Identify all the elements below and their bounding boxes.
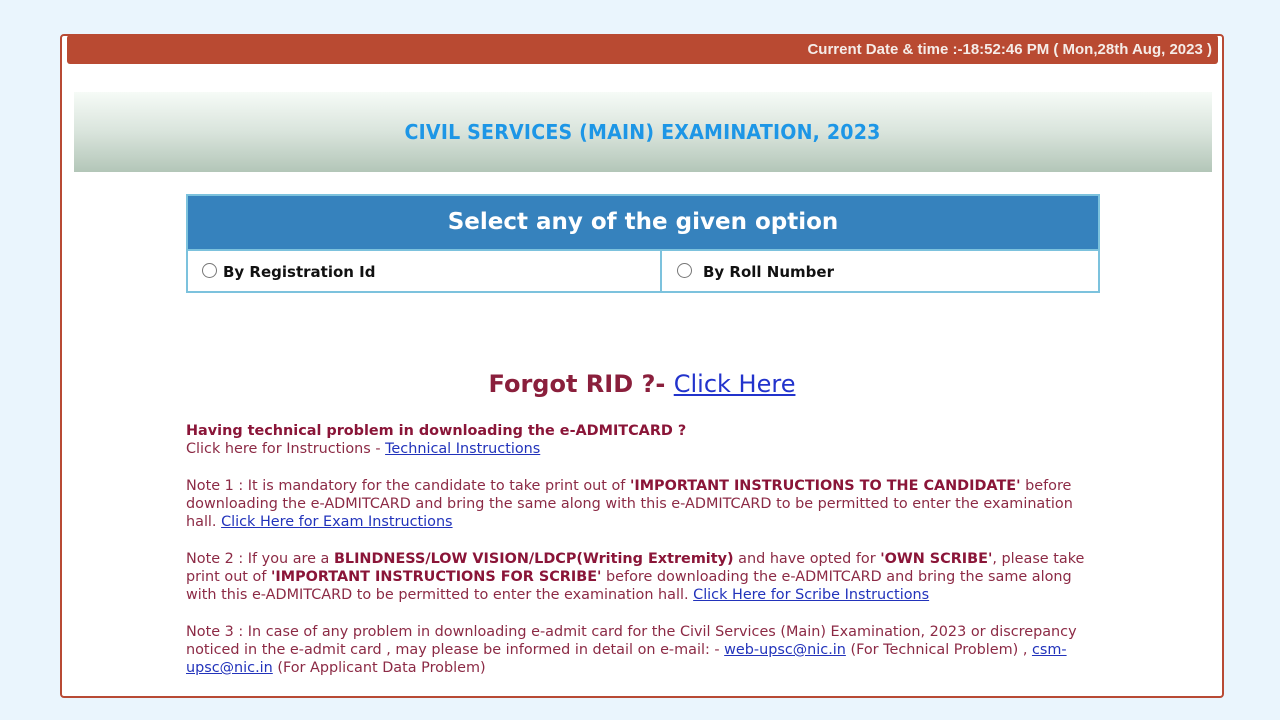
scribe-instructions-link[interactable]: Click Here for Scribe Instructions: [693, 587, 929, 603]
note-1: Note 1 : It is mandatory for the candida…: [186, 477, 1106, 531]
technical-instructions-link[interactable]: Technical Instructions: [385, 441, 540, 457]
forgot-rid-link[interactable]: Click Here: [674, 370, 796, 398]
exam-banner: CIVIL SERVICES (MAIN) EXAMINATION, 2023: [74, 92, 1212, 172]
technical-help: Having technical problem in downloading …: [186, 422, 1106, 458]
note-3: Note 3 : In case of any problem in downl…: [186, 623, 1106, 677]
technical-heading: Having technical problem in downloading …: [186, 423, 687, 439]
note-text: and have opted for: [733, 551, 881, 567]
exam-title: CIVIL SERVICES (MAIN) EXAMINATION, 2023: [404, 120, 882, 144]
note-emphasis: 'IMPORTANT INSTRUCTIONS FOR SCRIBE': [270, 569, 602, 585]
option-registration-id[interactable]: By Registration Id: [188, 251, 662, 293]
option-roll-number[interactable]: By Roll Number: [662, 251, 1098, 293]
forgot-rid-label: Forgot RID ?-: [488, 370, 666, 398]
forgot-rid: Forgot RID ?- Click Here: [62, 370, 1222, 398]
note-text: Note 1 : It is mandatory for the candida…: [186, 478, 630, 494]
note-2: Note 2 : If you are a BLINDNESS/LOW VISI…: [186, 550, 1106, 604]
note-text: (For Applicant Data Problem): [272, 660, 486, 676]
current-datetime: Current Date & time :-18:52:46 PM ( Mon,…: [807, 41, 1212, 58]
note-emphasis: BLINDNESS/LOW VISION/LDCP(Writing Extrem…: [333, 551, 734, 567]
instructions-section: Having technical problem in downloading …: [186, 422, 1106, 696]
technical-email-link[interactable]: web-upsc@nic.in: [724, 642, 846, 658]
note-text: Note 2 : If you are a: [186, 551, 334, 567]
option-heading: Select any of the given option: [188, 196, 1098, 251]
option-selector: Select any of the given option By Regist…: [186, 194, 1100, 293]
note-text: (For Technical Problem) ,: [845, 642, 1032, 658]
radio-roll-number[interactable]: [677, 262, 692, 278]
note-emphasis: 'OWN SCRIBE': [880, 551, 993, 567]
option-label: By Registration Id: [223, 263, 376, 281]
option-label: By Roll Number: [703, 263, 834, 281]
technical-text: Click here for Instructions -: [186, 441, 386, 457]
radio-registration-id[interactable]: [202, 262, 217, 278]
page-frame: Current Date & time :-18:52:46 PM ( Mon,…: [60, 34, 1224, 698]
note-emphasis: 'IMPORTANT INSTRUCTIONS TO THE CANDIDATE…: [629, 478, 1021, 494]
datetime-bar: Current Date & time :-18:52:46 PM ( Mon,…: [67, 35, 1218, 64]
option-row: By Registration Id By Roll Number: [188, 251, 1098, 293]
exam-instructions-link[interactable]: Click Here for Exam Instructions: [221, 514, 452, 530]
